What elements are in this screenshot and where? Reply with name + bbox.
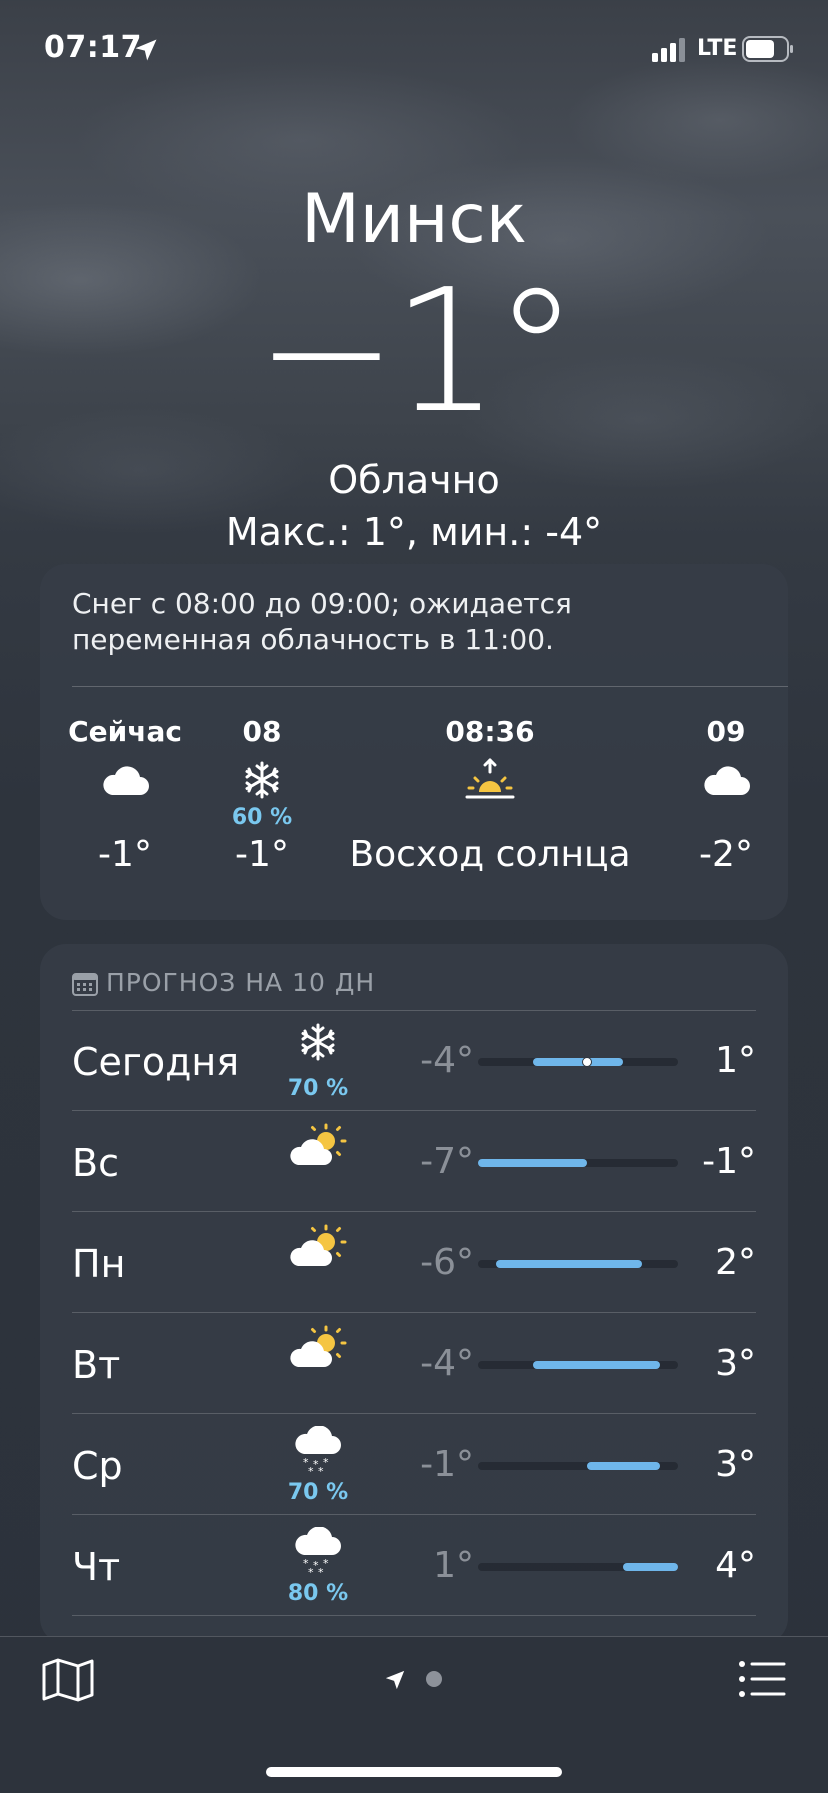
temp-range-fill: [532, 1361, 660, 1369]
day-name: Вс: [72, 1141, 119, 1185]
high-temp: 1°: [715, 1040, 756, 1081]
status-time: 07:17: [44, 30, 142, 65]
svg-text:*: *: [323, 1456, 329, 1469]
sunrise-icon: [465, 758, 515, 799]
high-temp: 4°: [715, 1545, 756, 1586]
day-name: Пн: [72, 1242, 126, 1286]
svg-text:*: *: [308, 1465, 314, 1476]
hour-time: 09: [706, 715, 746, 748]
hour-temp: -2°: [699, 834, 753, 875]
hour-time: 08:36: [445, 715, 535, 748]
forecast-day-row[interactable]: Чт * * * * * 80 % 1° 4°: [72, 1515, 756, 1615]
partly-sunny-icon: [282, 1123, 354, 1179]
forecast-day-row[interactable]: Вс -7° -1°: [72, 1111, 756, 1211]
hour-temp: -1°: [235, 834, 289, 875]
snowflake-icon: [282, 1022, 354, 1078]
high-temp: -1°: [702, 1141, 756, 1182]
network-type: LTE: [697, 36, 738, 61]
low-temp: -7°: [420, 1141, 474, 1182]
high-temp: 3°: [715, 1343, 756, 1384]
low-temp: -4°: [420, 1343, 474, 1384]
temp-range-fill: [623, 1563, 678, 1571]
high-temp: 2°: [715, 1242, 756, 1283]
temp-range-bar: [478, 1563, 678, 1571]
forecast-summary: Снег с 08:00 до 09:00; ожидается перемен…: [72, 587, 572, 656]
precip-chance: [676, 808, 776, 834]
hourly-forecast-card[interactable]: Снег с 08:00 до 09:00; ожидается перемен…: [40, 564, 788, 920]
precip-chance: 60 %: [231, 805, 293, 830]
low-temp: 1°: [433, 1545, 474, 1586]
snow-cloud-icon: * * * * *: [282, 1426, 354, 1482]
hour-item-sunrise: 08:36 Восход солнца: [340, 712, 640, 884]
home-indicator[interactable]: [266, 1767, 562, 1777]
forecast-day-row[interactable]: Вт -4° 3°: [72, 1313, 756, 1413]
hour-item-now: Сейчас -1°: [60, 712, 190, 884]
signal-icon: [652, 38, 685, 62]
current-temperature: −1°: [255, 253, 579, 451]
temp-range-fill: [478, 1159, 588, 1167]
snow-cloud-icon: * * * * *: [282, 1527, 354, 1583]
day-name: Ср: [72, 1444, 123, 1488]
forecast-day-row[interactable]: Сегодня 70 % -4° 1°: [72, 1010, 756, 1110]
temp-range-bar: [478, 1159, 678, 1167]
svg-text:*: *: [323, 1557, 329, 1570]
low-temp: -1°: [420, 1444, 474, 1485]
high-temp: 3°: [715, 1444, 756, 1485]
precip-chance: 70 %: [287, 1480, 349, 1505]
ten-day-forecast-card[interactable]: ПРОГНОЗ НА 10 ДН Сегодня 70 % -4° 1° Вс -7° -1…: [40, 944, 788, 1644]
precip-chance: 70 %: [287, 1076, 349, 1101]
temp-range-fill: [587, 1462, 660, 1470]
temp-range-fill: [496, 1260, 642, 1268]
hour-time: 08: [242, 715, 282, 748]
hour-item-08: 08 60 % -1°: [212, 712, 312, 884]
svg-text:*: *: [318, 1465, 324, 1476]
svg-text:*: *: [318, 1566, 324, 1577]
map-icon[interactable]: [40, 1657, 96, 1703]
day-name: Сегодня: [72, 1040, 240, 1084]
list-icon[interactable]: [738, 1659, 786, 1699]
hour-item-09: 09 -2°: [676, 712, 776, 884]
precip-chance: [60, 808, 190, 834]
location-page-icon[interactable]: [384, 1669, 406, 1691]
ten-day-header: ПРОГНОЗ НА 10 ДН: [72, 968, 375, 997]
card-divider: [72, 686, 788, 687]
forecast-day-row[interactable]: Пн -6° 2°: [72, 1212, 756, 1312]
calendar-icon: [72, 973, 98, 996]
battery-icon: [742, 36, 793, 62]
day-name: Чт: [72, 1545, 121, 1589]
temp-range-bar: [478, 1462, 678, 1470]
snowflake-icon: [245, 761, 279, 799]
day-name: Вт: [72, 1343, 121, 1387]
location-arrow-icon: [135, 39, 157, 61]
precip-chance: [340, 808, 640, 834]
weather-condition: Облачно: [328, 458, 500, 502]
low-temp: -4°: [420, 1040, 474, 1081]
hour-time: Сейчас: [68, 715, 182, 748]
temp-range-bar: [478, 1260, 678, 1268]
city-name: Минск: [301, 180, 527, 259]
page-indicator-dot[interactable]: [426, 1671, 442, 1687]
high-low-temperature: Макс.: 1°, мин.: -4°: [225, 510, 603, 554]
sunrise-label: Восход солнца: [349, 834, 631, 875]
cloud-icon: [704, 766, 750, 795]
hour-temp: -1°: [98, 834, 152, 875]
partly-sunny-icon: [282, 1224, 354, 1280]
row-divider: [72, 1615, 756, 1616]
cloud-icon: [103, 766, 149, 795]
ten-day-title: ПРОГНОЗ НА 10 ДН: [106, 968, 376, 997]
precip-chance: 80 %: [287, 1581, 349, 1606]
forecast-day-row[interactable]: Ср * * * * * 70 % -1° 3°: [72, 1414, 756, 1514]
temp-range-bar: [478, 1057, 678, 1067]
temp-range-fill: [532, 1058, 624, 1066]
low-temp: -6°: [420, 1242, 474, 1283]
temp-range-bar: [478, 1361, 678, 1369]
bottom-toolbar: [0, 1636, 828, 1793]
svg-text:*: *: [308, 1566, 314, 1577]
partly-sunny-icon: [282, 1325, 354, 1381]
